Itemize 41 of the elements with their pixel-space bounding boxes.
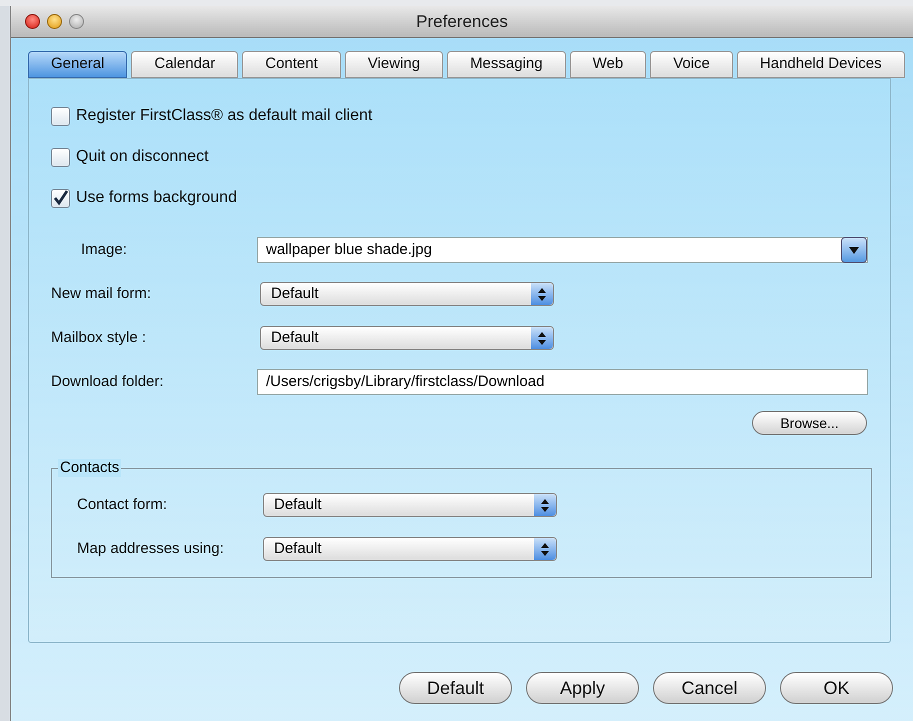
zoom-icon[interactable] [69,14,84,29]
popup-button[interactable]: Default [260,326,554,350]
tab[interactable]: Handheld Devices [736,51,905,78]
stepper-icon [534,494,556,516]
popup-button[interactable]: Default [260,282,554,306]
stepper-icon [531,327,553,349]
dialog-button[interactable]: OK [780,672,893,704]
checkbox-label: Quit on disconnect [76,147,209,167]
tab[interactable]: General [28,51,128,78]
field-label: Image: [80,240,128,260]
tab[interactable]: Viewing [344,51,444,78]
field-label: Map addresses using: [77,538,225,559]
window-title: Preferences [416,10,508,33]
tab[interactable]: Voice [650,51,733,78]
stepper-icon [534,538,556,560]
stepper-icon [531,283,553,305]
tab[interactable]: Content [242,51,341,78]
tab[interactable]: Calendar [131,51,238,78]
field-label: Mailbox style : [51,328,148,348]
popup-button[interactable]: Default [263,493,557,517]
tab[interactable]: Web [570,51,646,78]
popup-button[interactable]: Default [263,537,557,561]
field-label: Contact form: [77,494,168,515]
minimize-icon[interactable] [47,14,62,29]
checkbox[interactable] [51,188,70,208]
checkbox[interactable] [51,106,70,126]
dialog-button[interactable]: Cancel [653,672,766,704]
checkbox-label: Use forms background [76,188,237,208]
combo-box[interactable]: wallpaper blue shade.jpg [257,237,868,263]
browse-button[interactable]: Browse... [752,411,867,435]
dialog-button[interactable]: Default [399,672,512,704]
dialog-button[interactable]: Apply [526,672,639,704]
dropdown-icon[interactable] [841,237,867,263]
field-label: Download folder: [51,372,165,392]
input-field[interactable]: /Users/crigsby/Library/firstclass/Download [257,369,868,395]
close-icon[interactable] [25,14,40,29]
tab[interactable]: Messaging [447,51,566,78]
group-title: Contacts [58,459,122,477]
checkbox-label: Register FirstClass® as default mail client [76,106,372,126]
checkbox[interactable] [51,148,70,166]
field-label: New mail form: [51,284,152,304]
